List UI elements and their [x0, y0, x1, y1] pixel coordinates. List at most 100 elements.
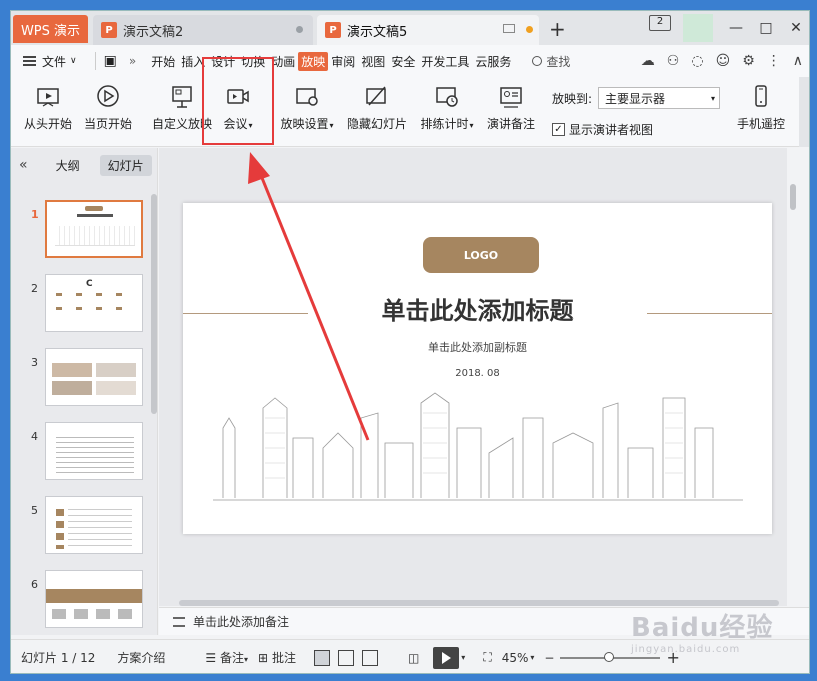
search-icon [532, 56, 543, 66]
hide-slide-label: 隐藏幻灯片 [346, 117, 407, 131]
presenter-view-checkbox[interactable]: ✓ 显示演讲者视图 [552, 121, 653, 138]
tab-document-5[interactable]: P 演示文稿5 [317, 15, 539, 45]
file-menu[interactable]: 文件 ∨ [23, 53, 77, 70]
rehearse-timing-label: 排练计时 [416, 115, 478, 132]
menu-item-developer[interactable]: 开发工具 [418, 53, 472, 70]
collapse-panel-icon[interactable]: « [19, 157, 28, 173]
menu-item-slideshow[interactable]: 放映 [298, 51, 329, 71]
notes-placeholder[interactable]: 单击此处添加备注 [193, 613, 289, 630]
menu-item-review[interactable]: 审阅 [328, 53, 358, 70]
cloud-sync-icon[interactable]: ☁ [641, 53, 655, 69]
maximize-icon[interactable]: □ [751, 20, 781, 36]
phone-remote-icon [747, 83, 775, 111]
save-icon[interactable]: ▣ [104, 53, 117, 69]
menu-item-view[interactable]: 视图 [358, 53, 388, 70]
play-from-start-icon [34, 83, 62, 111]
play-to-control: 放映到: 主要显示器 ▾ [552, 87, 721, 109]
file-menu-label: 文件 [42, 54, 67, 69]
comment-toggle-button[interactable]: ⊞ 批注 [258, 649, 296, 666]
slide-thumbnail-image[interactable] [45, 348, 143, 406]
slide-title[interactable]: 单击此处添加标题 [183, 291, 772, 326]
tab-document-2[interactable]: P 演示文稿2 [93, 15, 313, 45]
speaker-notes-label: 演讲备注 [486, 117, 535, 131]
speaker-notes-button[interactable]: 演讲备注 [485, 83, 537, 132]
watermark-text: Baidu经验 [631, 613, 774, 643]
tab-bar: WPS 演示 P 演示文稿2 P 演示文稿5 + 2 — □ ✕ [11, 11, 809, 45]
unsaved-dot-icon [296, 26, 303, 33]
new-tab-button[interactable]: + [549, 17, 566, 41]
more-icon[interactable]: » [129, 54, 136, 68]
slide-thumbnail-image[interactable] [45, 570, 143, 628]
show-settings-button[interactable]: 放映设置 [277, 83, 337, 132]
play-slideshow-button[interactable] [433, 646, 460, 669]
reading-view-icon[interactable] [361, 649, 378, 666]
slide-subtitle[interactable]: 单击此处添加副标题 [183, 339, 772, 355]
menu-item-cloud[interactable]: 云服务 [472, 53, 514, 70]
slide-thumbnail[interactable]: 5 [11, 496, 151, 556]
slide-date[interactable]: 2018. 08 [183, 368, 772, 379]
notes-list-icon: ☰ [205, 651, 217, 665]
search-button[interactable]: 查找 [532, 53, 570, 70]
collapse-ribbon-icon[interactable]: ∧ [793, 53, 803, 69]
play-to-select[interactable]: 主要显示器 ▾ [598, 87, 721, 109]
slide-thumbnail-image[interactable]: C [45, 274, 143, 332]
tab-outline[interactable]: 大纲 [48, 155, 88, 176]
zoom-out-icon[interactable]: − [544, 651, 554, 665]
slide-thumbnail[interactable]: 6 [11, 570, 151, 630]
scrollbar-thumb[interactable] [790, 184, 796, 210]
play-from-start-button[interactable]: 从头开始 [23, 83, 73, 132]
menu-item-start[interactable]: 开始 [148, 53, 178, 70]
slide-thumbnail-image[interactable] [45, 200, 143, 258]
slides-scrollbar[interactable] [151, 194, 157, 414]
slide-thumbnail[interactable]: 1 [11, 200, 151, 260]
minimize-icon[interactable]: — [721, 20, 751, 36]
fit-window-icon[interactable]: ⛶ [483, 650, 491, 665]
slide[interactable]: LOGO 单击此处添加标题 单击此处添加副标题 2018. 08 [183, 203, 772, 534]
monitor-icon[interactable] [503, 24, 515, 33]
hide-slide-button[interactable]: 隐藏幻灯片 [345, 83, 409, 132]
ppt-file-icon: P [325, 22, 341, 38]
vertical-scrollbar[interactable] [787, 148, 799, 606]
horizontal-scrollbar[interactable] [179, 600, 779, 606]
window-count-badge[interactable]: 2 [649, 15, 671, 31]
chevron-down-icon: ∨ [70, 56, 77, 66]
zoom-slider[interactable] [560, 651, 661, 662]
smile-icon[interactable]: ☺ [716, 53, 731, 69]
chevron-down-icon[interactable]: ▾ [461, 653, 465, 662]
slide-count: 幻灯片 1 / 12 [21, 651, 96, 665]
app-menu-button[interactable]: WPS 演示 [13, 15, 88, 43]
rehearse-timing-button[interactable]: 排练计时 [416, 83, 478, 132]
chevron-down-icon[interactable]: ▾ [530, 653, 534, 662]
slide-thumbnail-image[interactable] [45, 496, 143, 554]
share-user-icon[interactable]: ⚇ [667, 53, 680, 69]
zoom-level[interactable]: 45% [502, 651, 529, 665]
zoom-slider-knob[interactable] [604, 651, 615, 662]
window-controls: — □ ✕ [721, 11, 809, 45]
divider [94, 52, 96, 70]
settings-icon[interactable]: ⚙ [742, 53, 755, 69]
close-icon[interactable]: ✕ [781, 20, 809, 36]
grid-view-icon[interactable] [337, 649, 354, 666]
slide-thumbnail-image[interactable] [45, 422, 143, 480]
play-current-button[interactable]: 当页开始 [83, 83, 133, 132]
phone-remote-button[interactable]: 手机遥控 [733, 83, 789, 132]
comment-icon[interactable]: ◌ [691, 53, 703, 69]
more-vert-icon[interactable]: ⋮ [767, 53, 781, 69]
slide-thumbnail[interactable]: 2 C [11, 274, 151, 334]
watermark: Baidu经验 jingyan.baidu.com [631, 607, 773, 655]
menu-item-security[interactable]: 安全 [388, 53, 418, 70]
menu-bar: 文件 ∨ ▣ » 开始 插入 设计 切换 动画 放映 审阅 视图 安全 开发工具… [11, 45, 809, 77]
slide-thumbnail[interactable]: 3 [11, 348, 151, 408]
camera-icon[interactable]: ◫ [408, 651, 419, 665]
logo-placeholder[interactable]: LOGO [423, 237, 539, 273]
checkbox-checked-icon[interactable]: ✓ [552, 123, 565, 136]
slide-thumbnail[interactable]: 4 [11, 422, 151, 482]
notes-toggle-button[interactable]: ☰ 备注▾ [205, 649, 248, 666]
normal-view-icon[interactable] [313, 649, 330, 666]
ribbon: 从头开始 当页开始 自定义放映 会议 放映设置 [11, 77, 809, 147]
notes-toggle-label: 备注 [220, 651, 245, 665]
theme-name[interactable]: 方案介绍 [117, 649, 165, 666]
avatar[interactable] [683, 14, 713, 42]
tab-slides[interactable]: 幻灯片 [99, 154, 152, 176]
ribbon-scroll-right[interactable] [799, 77, 809, 147]
